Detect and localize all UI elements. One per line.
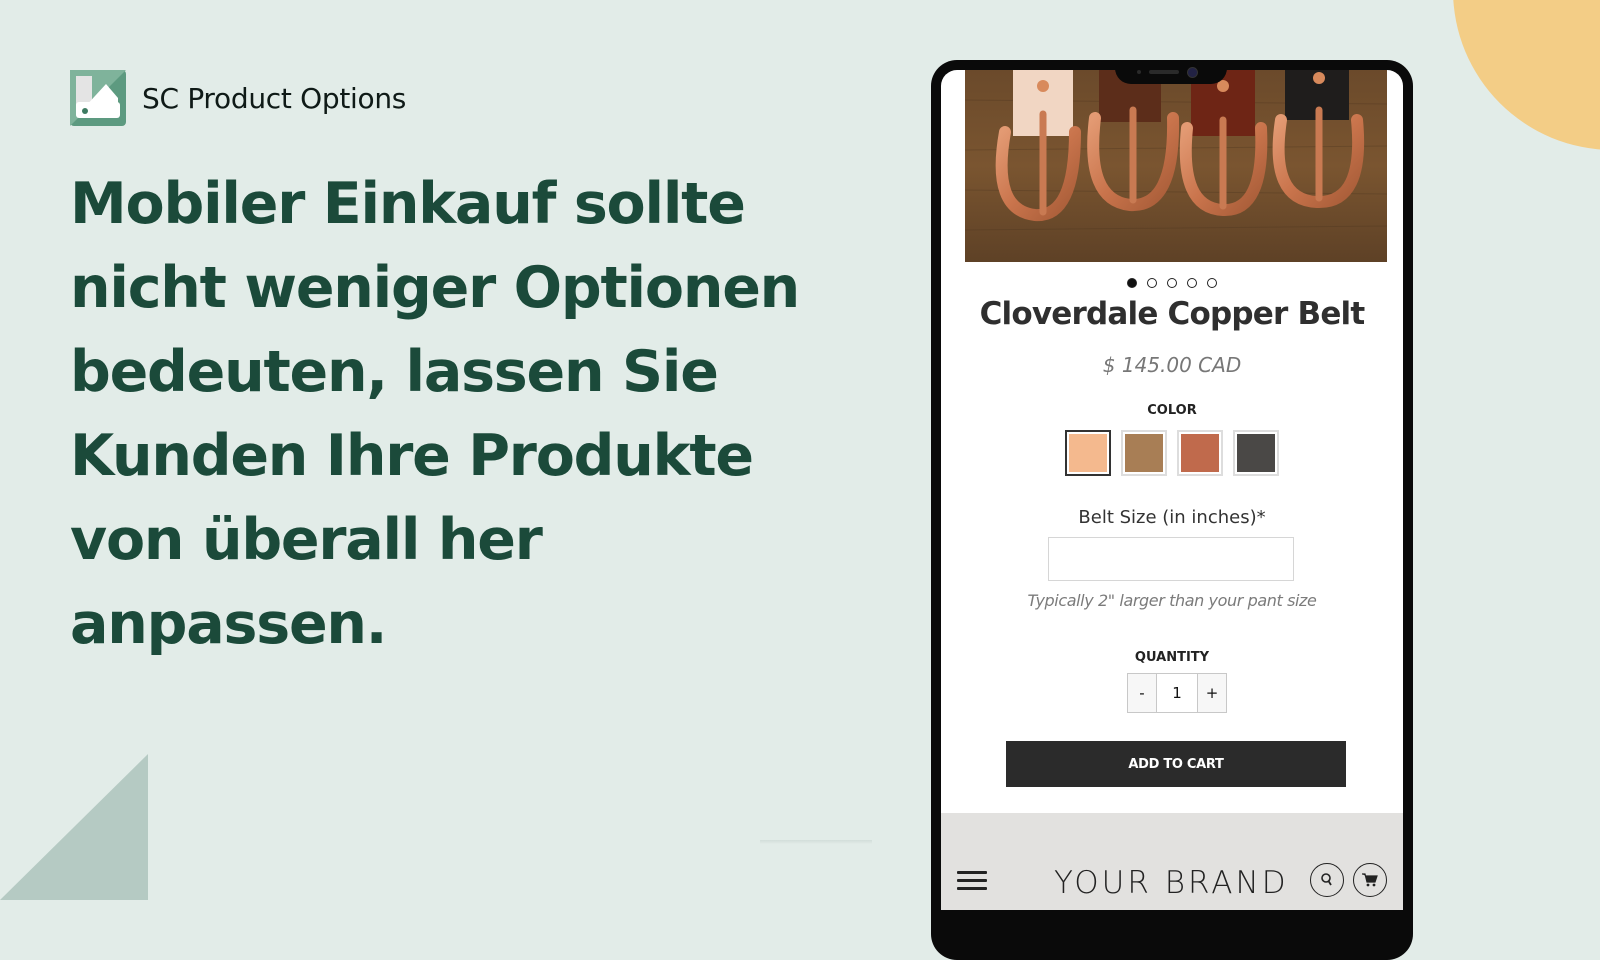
product-title: Cloverdale Copper Belt — [979, 296, 1366, 332]
product-price: $ 145.00 CAD — [1102, 353, 1242, 377]
quantity-increment-button[interactable]: + — [1198, 674, 1226, 712]
carousel-dots — [941, 278, 1403, 288]
swatch-fill — [1125, 434, 1163, 472]
store-brand[interactable]: YOUR BRAND — [1054, 865, 1289, 901]
color-swatch-copper[interactable] — [1177, 430, 1223, 476]
decorative-triangle — [0, 754, 148, 900]
color-swatch-black[interactable] — [1233, 430, 1279, 476]
swatch-fill — [1181, 434, 1219, 472]
swatch-fill — [1237, 434, 1275, 472]
phone-screen: Cloverdale Copper Belt $ 145.00 CAD COLO… — [941, 70, 1403, 910]
swatch-logo-icon — [70, 70, 126, 126]
carousel-dot[interactable] — [1207, 278, 1217, 288]
product-image[interactable] — [964, 70, 1388, 262]
mobile-footer-nav: YOUR BRAND — [941, 813, 1403, 910]
color-label: COLOR — [1147, 403, 1197, 418]
hamburger-icon[interactable] — [957, 871, 987, 891]
quantity-decrement-button[interactable]: - — [1128, 674, 1156, 712]
brand-header: SC Product Options — [70, 70, 406, 126]
decorative-shadow — [760, 840, 872, 844]
carousel-dot[interactable] — [1167, 278, 1177, 288]
color-swatches — [941, 430, 1403, 476]
quantity-value[interactable]: 1 — [1156, 674, 1198, 712]
color-swatch-natural[interactable] — [1065, 430, 1111, 476]
carousel-dot[interactable] — [1147, 278, 1157, 288]
quantity-stepper: - 1 + — [1127, 673, 1227, 713]
phone-notch — [1115, 62, 1227, 84]
cart-icon[interactable] — [1353, 863, 1387, 897]
app-name: SC Product Options — [142, 81, 407, 115]
belt-size-label: Belt Size (in inches)* — [1078, 507, 1266, 528]
search-icon[interactable] — [1310, 863, 1344, 897]
belt-size-input[interactable] — [1048, 537, 1294, 581]
swatch-fill — [1069, 434, 1107, 472]
carousel-dot[interactable] — [1187, 278, 1197, 288]
belt-size-hint: Typically 2" larger than your pant size — [1027, 591, 1317, 610]
camera-icon — [1187, 67, 1198, 78]
add-to-cart-button[interactable]: ADD TO CART — [1006, 741, 1346, 787]
decorative-circle — [1453, 0, 1600, 150]
carousel-dot[interactable] — [1127, 278, 1137, 288]
quantity-label: QUANTITY — [1134, 650, 1210, 665]
headline: Mobiler Einkauf sollte nicht weniger Opt… — [70, 171, 800, 657]
color-swatch-tan[interactable] — [1121, 430, 1167, 476]
